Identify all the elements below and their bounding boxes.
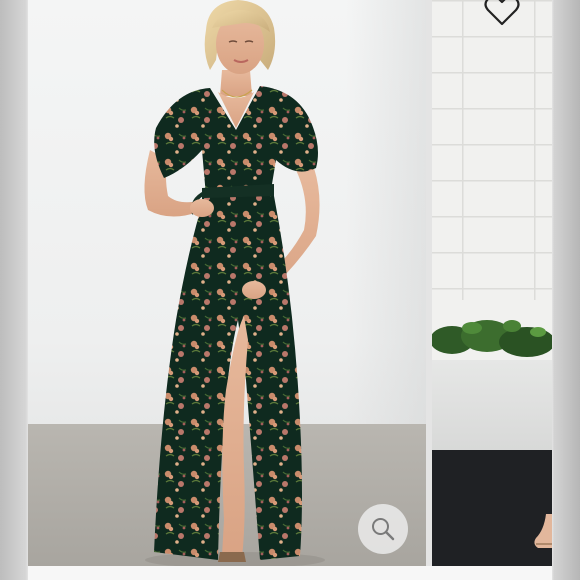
product-gallery: [0, 0, 580, 580]
concrete-ledge: [432, 360, 552, 450]
product-image-next[interactable]: [432, 0, 552, 566]
model-in-dress-illustration: [144, 0, 325, 566]
foot-partial: [534, 514, 552, 548]
search-icon: [372, 518, 395, 541]
wall-shadow: [346, 0, 426, 430]
product-image-main[interactable]: [28, 0, 426, 566]
favorite-button[interactable]: [480, 0, 524, 28]
zoom-button[interactable]: [358, 504, 408, 554]
heart-icon: [484, 0, 520, 26]
gallery-bottom-strip: [28, 566, 552, 580]
brick-wall: [432, 0, 552, 300]
